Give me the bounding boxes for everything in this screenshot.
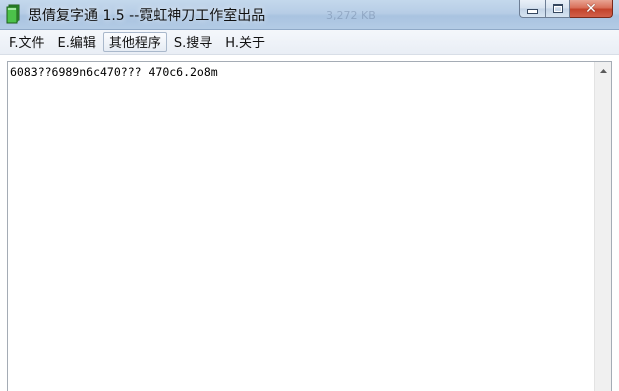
close-icon: ✕ [585, 0, 597, 17]
menu-search[interactable]: S.搜寻 [168, 32, 218, 52]
book-icon [6, 4, 20, 24]
editor-content[interactable]: 6083??6989n6c470??? 470c6.2o8m [10, 65, 218, 79]
app-window: 思倩复字通 1.5 --霓虹神刀工作室出品 3,272 KB ✕ F.文件 E.… [0, 0, 619, 391]
vertical-scrollbar[interactable] [594, 62, 611, 391]
scroll-up-button[interactable] [595, 62, 611, 79]
text-editor[interactable]: 6083??6989n6c470??? 470c6.2o8m [7, 61, 612, 391]
menu-bar: F.文件 E.编辑 其他程序 S.搜寻 H.关于 [0, 30, 619, 55]
menu-edit[interactable]: E.编辑 [52, 32, 102, 52]
menu-other-programs[interactable]: 其他程序 [102, 32, 167, 52]
maximize-icon [552, 4, 563, 13]
minimize-button[interactable] [519, 0, 545, 18]
title-ghost-text: 3,272 KB [326, 9, 376, 22]
menu-about[interactable]: H.关于 [219, 32, 271, 52]
menu-file[interactable]: F.文件 [3, 32, 51, 52]
window-controls: ✕ [519, 0, 613, 19]
title-bar[interactable]: 思倩复字通 1.5 --霓虹神刀工作室出品 3,272 KB ✕ [0, 0, 619, 30]
maximize-button[interactable] [545, 0, 570, 18]
minimize-icon [527, 9, 538, 14]
close-button[interactable]: ✕ [570, 0, 613, 18]
window-title: 思倩复字通 1.5 --霓虹神刀工作室出品 [28, 8, 266, 24]
scroll-up-arrow-icon [599, 68, 607, 73]
